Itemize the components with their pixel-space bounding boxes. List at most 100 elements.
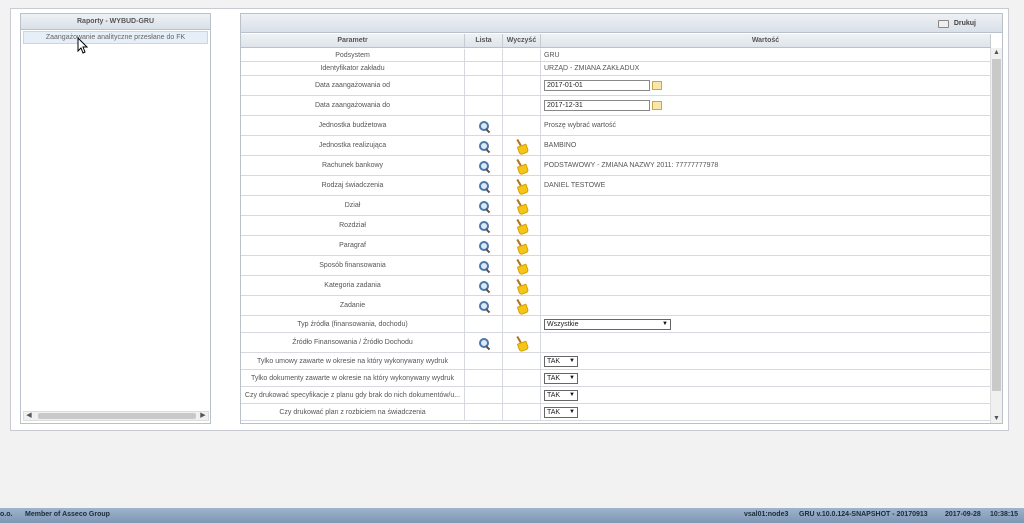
header-list[interactable]: Lista <box>465 34 503 47</box>
dropdown-select[interactable]: TAK ▼ <box>544 389 578 401</box>
dropdown-arrow-icon[interactable]: ▼ <box>569 408 575 417</box>
dropdown-select[interactable]: TAK ▼ <box>544 355 578 367</box>
dropdown-select[interactable]: TAK ▼ <box>544 406 578 418</box>
clear-cell <box>503 333 541 352</box>
clear-cell <box>503 96 541 115</box>
list-cell <box>465 116 503 135</box>
clear-cell <box>503 370 541 386</box>
list-cell <box>465 49 503 61</box>
search-icon[interactable] <box>478 140 490 152</box>
table-row: Jednostka budżetowa Proszę wybrać wartość <box>241 116 991 136</box>
status-bar: o.o. Member of Asseco Group vsal01:node3… <box>0 508 1024 523</box>
param-name: Rachunek bankowy <box>241 156 465 175</box>
vertical-scrollbar[interactable]: ▲ ▼ <box>990 48 1002 423</box>
reports-panel: Raporty - WYBUD-GRU Zaangażowanie analit… <box>20 13 211 424</box>
value-cell: URZĄD - ZMIANA ZAKŁADUX <box>541 62 991 75</box>
search-icon[interactable] <box>478 300 490 312</box>
value-cell <box>541 333 991 352</box>
search-icon[interactable] <box>478 180 490 192</box>
clear-cell <box>503 276 541 295</box>
dropdown-arrow-icon[interactable]: ▼ <box>569 374 575 383</box>
table-row: Źródło Finansowania / Źródło Dochodu <box>241 333 991 353</box>
value-cell: Wszystkie ▼ <box>541 316 991 332</box>
param-name: Podsystem <box>241 49 465 61</box>
clear-cell <box>503 316 541 332</box>
dropdown-arrow-icon[interactable]: ▼ <box>662 320 668 329</box>
broom-icon[interactable] <box>515 336 528 350</box>
clear-cell <box>503 196 541 215</box>
dropdown-arrow-icon[interactable]: ▼ <box>569 391 575 400</box>
param-name: Rodzaj świadczenia <box>241 176 465 195</box>
broom-icon[interactable] <box>515 219 528 233</box>
table-row: Czy drukować plan z rozbiciem na świadcz… <box>241 404 991 421</box>
param-name: Tylko dokumenty zawarte w okresie na któ… <box>241 370 465 386</box>
search-icon[interactable] <box>478 200 490 212</box>
header-value[interactable]: Wartość <box>541 34 991 47</box>
value-cell: 2017-01-01 <box>541 76 991 95</box>
value-cell: 2017-12-31 <box>541 96 991 115</box>
dropdown-select[interactable]: TAK ▼ <box>544 372 578 384</box>
list-cell <box>465 216 503 235</box>
clear-cell <box>503 76 541 95</box>
table-row: Typ źródła (finansowania, dochodu) Wszyst… <box>241 316 991 333</box>
list-cell <box>465 276 503 295</box>
search-icon[interactable] <box>478 280 490 292</box>
search-icon[interactable] <box>478 160 490 172</box>
broom-icon[interactable] <box>515 299 528 313</box>
broom-icon[interactable] <box>515 159 528 173</box>
dropdown-select[interactable]: Wszystkie ▼ <box>544 318 671 330</box>
vertical-scroll-thumb[interactable] <box>992 59 1001 391</box>
broom-icon[interactable] <box>515 179 528 193</box>
broom-icon[interactable] <box>515 199 528 213</box>
param-name: Jednostka budżetowa <box>241 116 465 135</box>
clear-cell <box>503 136 541 155</box>
scroll-down-icon[interactable]: ▼ <box>991 414 1002 423</box>
calendar-icon[interactable] <box>652 81 662 90</box>
param-name: Data zaangażowania do <box>241 96 465 115</box>
param-name: Typ źródła (finansowania, dochodu) <box>241 316 465 332</box>
value-cell <box>541 236 991 255</box>
broom-icon[interactable] <box>515 139 528 153</box>
value-cell <box>541 276 991 295</box>
header-clear[interactable]: Wyczyść <box>503 34 541 47</box>
broom-icon[interactable] <box>515 239 528 253</box>
scroll-right-icon[interactable]: ▶ <box>198 412 208 420</box>
clear-cell <box>503 236 541 255</box>
search-icon[interactable] <box>478 260 490 272</box>
scroll-thumb[interactable] <box>38 413 196 419</box>
dropdown-arrow-icon[interactable]: ▼ <box>569 357 575 366</box>
scroll-left-icon[interactable]: ◀ <box>24 412 34 420</box>
clear-cell <box>503 156 541 175</box>
table-row: Data zaangażowania od 2017-01-01 <box>241 76 991 96</box>
param-name: Kategoria zadania <box>241 276 465 295</box>
calendar-icon[interactable] <box>652 101 662 110</box>
header-param[interactable]: Parametr <box>241 34 465 47</box>
table-row: Sposób finansowania <box>241 256 991 276</box>
dropdown-value: TAK <box>547 391 561 399</box>
search-icon[interactable] <box>478 240 490 252</box>
value-cell: TAK ▼ <box>541 404 991 420</box>
value-cell <box>541 296 991 315</box>
value-cell: TAK ▼ <box>541 353 991 369</box>
list-cell <box>465 176 503 195</box>
value-cell: DANIEL TESTOWE <box>541 176 991 195</box>
broom-icon[interactable] <box>515 279 528 293</box>
mouse-cursor-icon <box>77 37 89 54</box>
search-icon[interactable] <box>478 120 490 132</box>
param-value: Proszę wybrać wartość <box>544 122 616 129</box>
list-cell <box>465 370 503 386</box>
param-name: Paragraf <box>241 236 465 255</box>
search-icon[interactable] <box>478 337 490 349</box>
param-name: Źródło Finansowania / Źródło Dochodu <box>241 333 465 352</box>
horizontal-scrollbar[interactable]: ◀ ▶ <box>23 411 209 421</box>
list-cell <box>465 156 503 175</box>
date-input[interactable]: 2017-01-01 <box>544 80 650 91</box>
scroll-up-icon[interactable]: ▲ <box>991 48 1002 58</box>
broom-icon[interactable] <box>515 259 528 273</box>
table-row: Paragraf <box>241 236 991 256</box>
print-button[interactable]: Drukuj <box>937 17 976 30</box>
table-row: Rozdział <box>241 216 991 236</box>
report-list-item[interactable]: Zaangażowanie analityczne przesłane do F… <box>23 31 208 44</box>
search-icon[interactable] <box>478 220 490 232</box>
date-input[interactable]: 2017-12-31 <box>544 100 650 111</box>
